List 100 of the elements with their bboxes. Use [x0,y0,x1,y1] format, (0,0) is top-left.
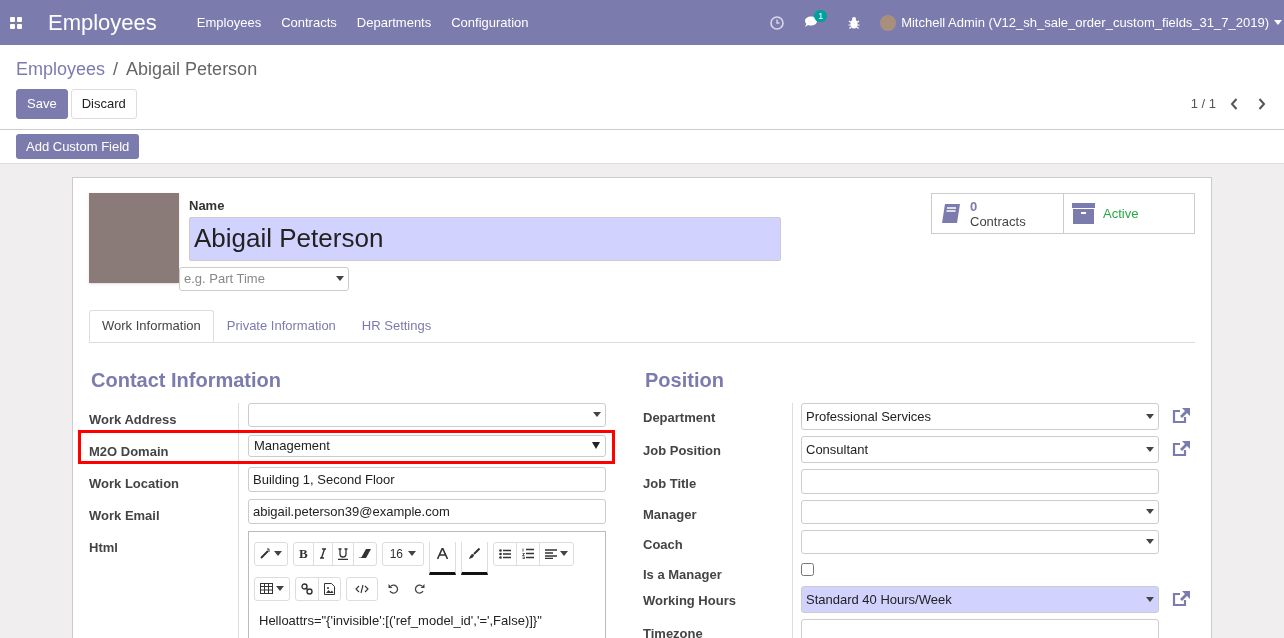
breadcrumb-current: Abigail Peterson [126,57,258,81]
field-label: Html [89,539,118,555]
pager-value: 1 / 1 [1190,95,1216,114]
contracts-button[interactable]: 0 Contracts [932,194,1063,234]
field-label: Coach [643,536,683,552]
select-value: Management [254,437,331,455]
image-file-icon [324,582,335,595]
code-view-icon [355,583,369,594]
highlight-color-button[interactable] [461,541,489,575]
caret-icon [1146,596,1154,602]
caret-icon [336,276,344,282]
placeholder-text: e.g. Part Time [184,270,266,288]
contracts-count: 0 [970,198,979,214]
select-value: Standard 40 Hours/Week [806,590,953,609]
message-count-badge: 1 [814,10,828,22]
style-button[interactable] [254,541,288,566]
caret-icon [593,412,601,418]
caret-icon [1146,446,1154,452]
caret-icon [1146,509,1154,515]
caret-icon [408,551,417,557]
field-label: Department [643,409,716,425]
previous-icon [1230,98,1238,110]
select-field[interactable]: Professional Services [801,402,1159,430]
caret-icon [276,586,284,592]
font-size-button[interactable]: 16 [381,541,425,566]
field-label: Job Title [643,475,697,491]
checkbox[interactable] [801,563,814,577]
table-icon [260,583,273,595]
breadcrumb-separator: / [113,57,119,81]
external-link-icon[interactable] [1171,440,1191,459]
paintbrush-icon [469,547,481,559]
avatar-icon [880,14,897,31]
tags-field[interactable]: e.g. Part Time [179,266,349,291]
bug-icon [848,16,861,29]
select-field[interactable] [801,499,1159,524]
section-title: Contact Information [91,367,282,393]
field-label: Job Position [643,442,721,458]
align-left-icon [545,548,558,559]
text-field[interactable]: abigail.peterson39@example.com [248,498,606,524]
menu-item[interactable]: Contracts [271,12,347,33]
eraser-icon [358,549,371,559]
field-label: Work Email [89,507,160,523]
caret-icon [1146,413,1154,419]
tab[interactable]: HR Settings [348,309,445,342]
underline-icon [337,547,348,560]
apps-menu-icon [10,16,22,29]
select-value: Consultant [806,440,870,459]
link-icon [301,582,313,595]
archive-box-icon [1072,203,1095,225]
text-field[interactable] [801,468,1159,494]
select-field[interactable] [248,402,606,427]
menu-item[interactable]: Employees [186,12,272,33]
active-status: Active [1103,205,1139,223]
select-field[interactable]: Standard 40 Hours/Week [801,585,1159,613]
select-field[interactable]: Consultant [801,435,1159,463]
external-link-icon[interactable] [1171,590,1191,609]
breadcrumb-link[interactable]: Employees [16,55,106,83]
field-label: Name [189,197,226,216]
menu-item[interactable]: Departments [346,12,442,33]
name-field[interactable]: Abigail Peterson [189,216,781,261]
caret-icon [592,442,600,450]
undo-icon [388,583,399,595]
magic-wand-icon [260,548,271,560]
editor-text: Helloattrs="{'invisible':[('ref_model_id','=',False)]}" [259,611,543,630]
text-field[interactable]: Building 1, Second Floor [248,466,606,492]
caret-icon [560,551,569,557]
field-label: Working Hours [643,592,736,608]
bold-button[interactable]: B [294,542,314,565]
code-view-button[interactable] [346,576,378,601]
redo-icon [414,583,425,595]
discard-button[interactable]: Discard [70,89,137,119]
select-value: Professional Services [806,407,932,426]
next-icon [1258,98,1266,110]
bullet-list-icon [499,548,512,559]
field-label: Is a Manager [643,566,722,582]
caret-icon [1146,539,1154,545]
letter-a-icon [437,547,449,559]
menu-item[interactable]: Configuration [441,12,539,33]
field-label: M2O Domain [89,443,169,459]
tab[interactable]: Work Information [89,309,214,342]
external-link-icon[interactable] [1171,407,1191,426]
add-custom-field-button[interactable]: Add Custom Field [16,134,140,160]
caret-icon [1274,20,1282,25]
text-field[interactable] [801,618,1159,638]
table-button[interactable] [254,576,290,601]
italic-icon [318,548,327,560]
field-label: Timezone [643,625,703,638]
select-field[interactable] [801,529,1159,554]
book-icon [940,202,962,225]
user-menu[interactable]: Mitchell Admin (V12_sh_sale_order_custom_fields_31_7_2019) [901,12,1269,33]
save-button[interactable]: Save [16,89,68,119]
tab[interactable]: Private Information [213,309,349,342]
caret-icon [274,551,282,557]
font-color-button[interactable] [429,541,457,575]
field-label: Manager [643,506,697,522]
field-label: Work Address [89,411,177,427]
clock-icon [770,15,785,30]
app-title: Employees [48,9,157,37]
contracts-label: Contracts [970,213,1026,229]
select-field[interactable]: Management [248,434,606,457]
